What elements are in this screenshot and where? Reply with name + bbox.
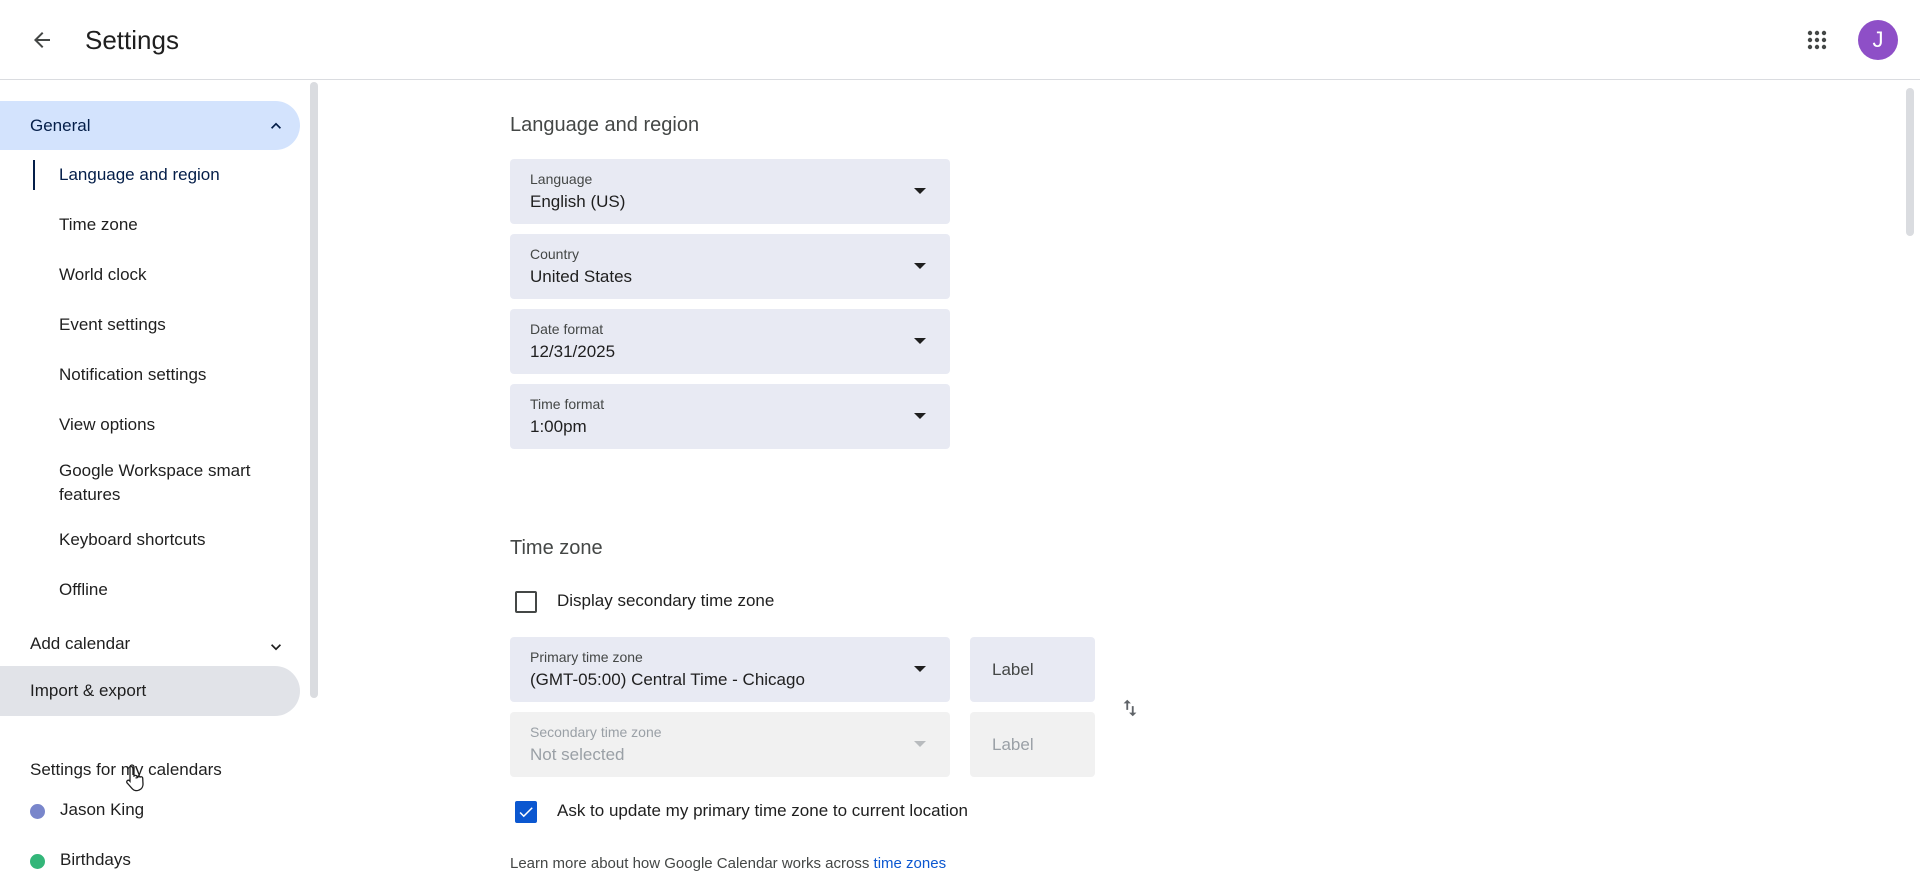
field-value: Not selected (530, 745, 625, 764)
field-value: English (US) (530, 192, 626, 211)
field-label: Primary time zone (530, 649, 643, 665)
sidebar-calendar-item[interactable]: Jason King (0, 790, 300, 830)
dropdown-arrow-icon (914, 741, 926, 747)
primary-tz-label-field[interactable] (970, 637, 1095, 702)
sidebar-item-label: Import & export (30, 681, 147, 700)
date-format-select[interactable]: Date format 12/31/2025 (510, 309, 950, 374)
calendar-color-dot (30, 804, 45, 819)
language-select[interactable]: Language English (US) (510, 159, 950, 224)
dropdown-arrow-icon (914, 188, 926, 194)
field-value: 12/31/2025 (530, 342, 616, 361)
dropdown-arrow-icon (914, 413, 926, 419)
primary-time-zone-select[interactable]: Primary time zone (GMT-05:00) Central Ti… (510, 637, 950, 702)
apps-grid-icon (1807, 30, 1827, 50)
dropdown-arrow-icon (914, 666, 926, 672)
time-zones-link[interactable]: time zones (874, 855, 947, 872)
check-icon (519, 807, 533, 818)
sidebar-item-keyboard-shortcuts[interactable]: Keyboard shortcuts (59, 528, 205, 552)
sidebar-item-view-options[interactable]: View options (59, 413, 155, 437)
field-label: Language (530, 171, 593, 187)
secondary-tz-label-field (970, 712, 1095, 777)
sidebar-scrollbar[interactable] (310, 82, 318, 698)
calendar-name: Jason King (60, 800, 145, 819)
field-label: Date format (530, 321, 604, 337)
sidebar-item-notification-settings[interactable]: Notification settings (59, 363, 206, 387)
account-avatar[interactable]: J (1858, 20, 1898, 60)
chevron-down-icon (271, 644, 281, 651)
time-zone-heading: Time zone (510, 537, 603, 559)
field-value: 1:00pm (530, 417, 587, 436)
swap-vert-icon (1123, 699, 1137, 717)
calendar-name: Birthdays (60, 850, 131, 869)
display-secondary-tz-label[interactable]: Display secondary time zone (557, 591, 774, 611)
back-button[interactable] (22, 20, 62, 60)
learn-more-prefix: Learn more about how Google Calendar wor… (510, 855, 874, 872)
field-label: Time format (530, 396, 605, 412)
dropdown-arrow-icon (914, 338, 926, 344)
secondary-time-zone-select: Secondary time zone Not selected (510, 712, 950, 777)
field-value: (GMT-05:00) Central Time - Chicago (530, 670, 805, 689)
my-calendars-heading: Settings for my calendars (30, 760, 222, 779)
calendar-color-dot (30, 854, 45, 869)
sidebar-item-label: General (30, 116, 91, 135)
sidebar-item-add-calendar[interactable]: Add calendar (0, 622, 300, 666)
ask-update-tz-checkbox[interactable] (515, 801, 537, 823)
sidebar-item-time-zone[interactable]: Time zone (59, 213, 138, 237)
sidebar-item-offline[interactable]: Offline (59, 578, 108, 602)
secondary-tz-label-input (990, 734, 1084, 756)
google-apps-button[interactable] (1797, 20, 1837, 60)
swap-time-zones-button[interactable] (1115, 693, 1145, 723)
sidebar-item-label: Add calendar (30, 634, 131, 653)
field-value: United States (530, 267, 633, 286)
settings-sidebar: General Language and region Time zone Wo… (0, 80, 320, 869)
field-label: Country (530, 246, 580, 262)
main-scrollbar[interactable] (1906, 88, 1914, 236)
page-title: Settings (85, 25, 179, 55)
country-select[interactable]: Country United States (510, 234, 950, 299)
sidebar-item-import-export[interactable]: Import & export (0, 666, 300, 716)
arrow-back-icon (34, 32, 50, 48)
top-app-bar: Settings J (0, 0, 1920, 80)
primary-tz-label-input[interactable] (990, 659, 1084, 681)
sidebar-item-workspace-smart-features[interactable]: Google Workspace smart features (59, 459, 279, 507)
dropdown-arrow-icon (914, 263, 926, 269)
sidebar-item-event-settings[interactable]: Event settings (59, 313, 166, 337)
chevron-up-icon (271, 122, 281, 129)
learn-more-text: Learn more about how Google Calendar wor… (510, 855, 946, 872)
settings-main: Language and region Language English (US… (320, 80, 1900, 872)
display-secondary-tz-checkbox[interactable] (515, 591, 537, 613)
sidebar-item-language-region[interactable]: Language and region (59, 163, 220, 187)
field-label: Secondary time zone (530, 724, 662, 740)
language-region-heading: Language and region (510, 114, 700, 136)
sidebar-item-world-clock[interactable]: World clock (59, 263, 147, 287)
ask-update-tz-label[interactable]: Ask to update my primary time zone to cu… (557, 801, 968, 821)
time-format-select[interactable]: Time format 1:00pm (510, 384, 950, 449)
sidebar-item-general[interactable]: General (0, 101, 300, 150)
active-indicator (33, 160, 35, 190)
sidebar-calendar-item[interactable]: Birthdays (0, 840, 300, 869)
